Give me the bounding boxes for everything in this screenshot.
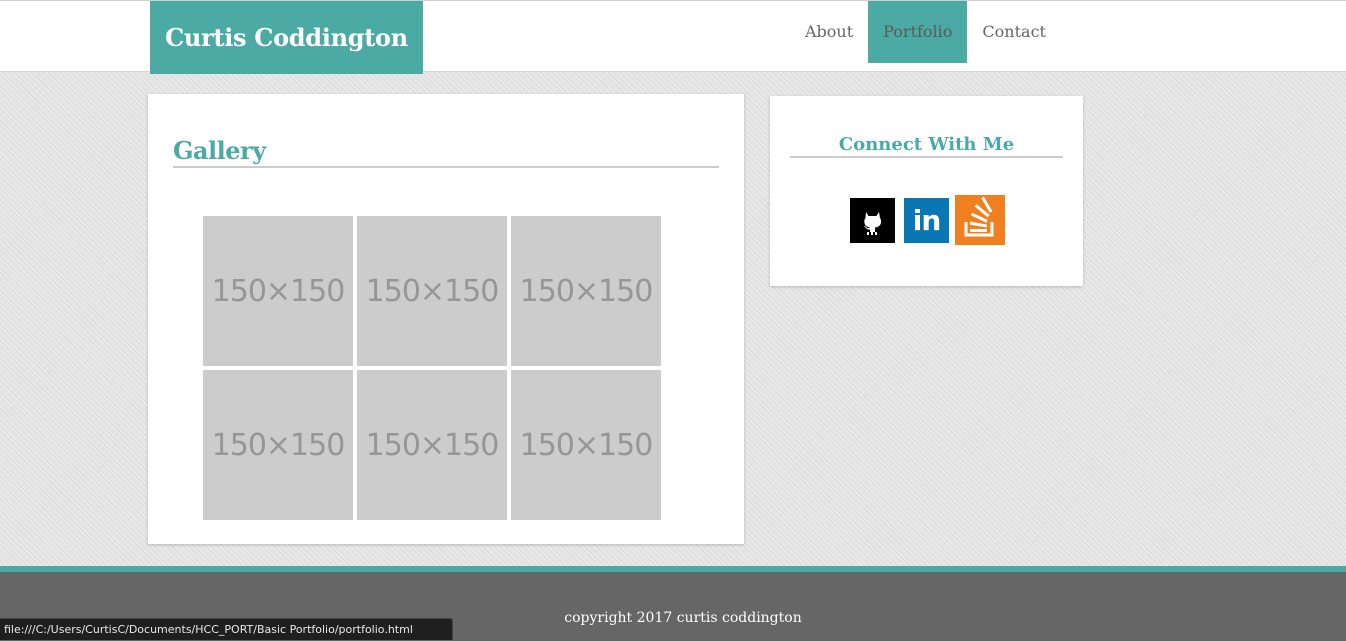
social-links: in [850, 195, 1005, 245]
nav-about-link[interactable]: About [790, 1, 868, 63]
gallery-thumbnail[interactable]: 150×150 [357, 370, 507, 520]
gallery-grid: 150×150 150×150 150×150 150×150 150×150 … [203, 216, 665, 520]
nav-portfolio-link[interactable]: Portfolio [868, 1, 968, 63]
gallery-thumbnail[interactable]: 150×150 [203, 370, 353, 520]
linkedin-icon[interactable]: in [904, 197, 949, 243]
gallery-thumbnail[interactable]: 150×150 [511, 370, 661, 520]
nav-contact-link[interactable]: Contact [967, 1, 1061, 63]
stackoverflow-icon[interactable] [955, 195, 1005, 245]
gallery-thumbnail[interactable]: 150×150 [511, 216, 661, 366]
site-header: Curtis Coddington About Portfolio Contac… [0, 0, 1346, 74]
gallery-thumbnail[interactable]: 150×150 [203, 216, 353, 366]
connect-card: Connect With Me in [770, 96, 1083, 286]
connect-title: Connect With Me [790, 134, 1063, 158]
github-icon[interactable] [850, 197, 895, 243]
gallery-title: Gallery [173, 136, 719, 168]
gallery-thumbnail[interactable]: 150×150 [357, 216, 507, 366]
main-nav: About Portfolio Contact [790, 1, 1061, 63]
gallery-card: Gallery 150×150 150×150 150×150 150×150 … [148, 94, 744, 544]
site-brand[interactable]: Curtis Coddington [150, 1, 423, 74]
browser-status-bar: file:///C:/Users/CurtisC/Documents/HCC_P… [0, 618, 453, 640]
